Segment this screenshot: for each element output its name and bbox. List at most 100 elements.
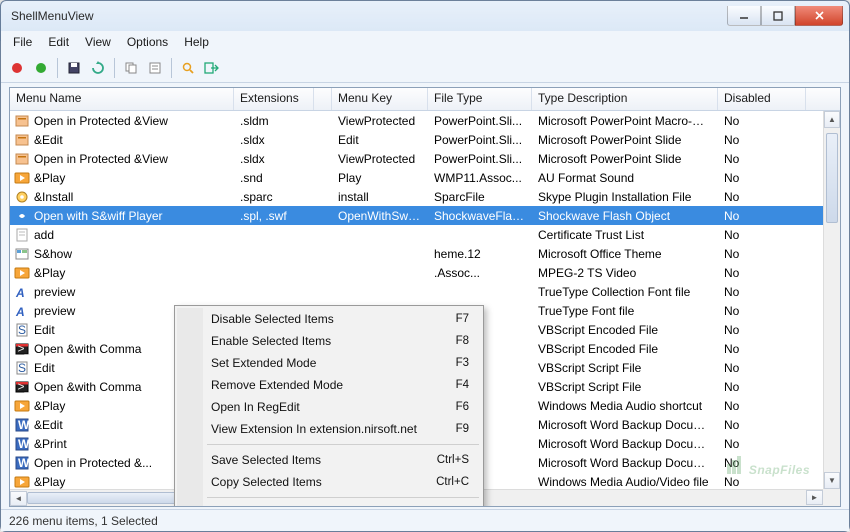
- cell-type-desc: Windows Media Audio shortcut: [532, 399, 718, 413]
- cell-menu-key: ViewProtected: [332, 152, 428, 166]
- scroll-left-icon[interactable]: ◄: [10, 491, 27, 506]
- cell-menu-name: Edit: [34, 323, 55, 337]
- listview[interactable]: Menu Name Extensions Menu Key File Type …: [9, 87, 841, 507]
- disable-icon[interactable]: [7, 58, 27, 78]
- table-row[interactable]: S&howheme.12Microsoft Office ThemeNo: [10, 244, 840, 263]
- cell-disabled: No: [718, 456, 806, 470]
- table-row[interactable]: ApreviewTrueType Collection Font fileNo: [10, 282, 840, 301]
- swf-icon: [14, 208, 30, 224]
- toolbar-separator: [171, 58, 172, 78]
- context-menu-item[interactable]: View Extension In extension.nirsoft.netF…: [177, 418, 481, 440]
- window-title: ShellMenuView: [7, 9, 727, 23]
- cell-menu-name: &Play: [34, 399, 65, 413]
- cell-disabled: No: [718, 266, 806, 280]
- col-menu-key[interactable]: Menu Key: [332, 88, 428, 110]
- col-menu-name[interactable]: Menu Name: [10, 88, 234, 110]
- refresh-icon[interactable]: [88, 58, 108, 78]
- cell-disabled: No: [718, 190, 806, 204]
- toolbar: [1, 53, 849, 83]
- exit-icon[interactable]: [202, 58, 222, 78]
- cell-disabled: No: [718, 380, 806, 394]
- cell-file-type: SparcFile: [428, 190, 532, 204]
- context-menu-item[interactable]: Copy Selected ItemsCtrl+C: [177, 471, 481, 493]
- scroll-up-icon[interactable]: ▲: [824, 111, 840, 128]
- menu-options[interactable]: Options: [119, 33, 176, 51]
- context-menu-separator: [207, 497, 479, 498]
- svg-text:S: S: [18, 361, 26, 375]
- cell-type-desc: TrueType Font file: [532, 304, 718, 318]
- context-menu-item[interactable]: Enable Selected ItemsF8: [177, 330, 481, 352]
- cell-menu-name: &Edit: [34, 418, 63, 432]
- col-disabled[interactable]: Disabled: [718, 88, 806, 110]
- col-extensions[interactable]: Extensions: [234, 88, 314, 110]
- cell-type-desc: AU Format Sound: [532, 171, 718, 185]
- menu-view[interactable]: View: [77, 33, 119, 51]
- context-menu-item[interactable]: HTML Report - All Items: [177, 502, 481, 507]
- toolbar-separator: [114, 58, 115, 78]
- col-resize-handle[interactable]: [314, 88, 332, 110]
- table-row[interactable]: Open with S&wiff Player.spl, .swfOpenWit…: [10, 206, 840, 225]
- play-icon: [14, 170, 30, 186]
- context-menu-item[interactable]: Disable Selected ItemsF7: [177, 308, 481, 330]
- maximize-button[interactable]: [761, 6, 795, 26]
- word-icon: W: [14, 455, 30, 471]
- cell-extensions: .snd: [234, 171, 314, 185]
- enable-icon[interactable]: [31, 58, 51, 78]
- context-menu-shortcut: F3: [456, 357, 469, 369]
- cell-disabled: No: [718, 342, 806, 356]
- cell-type-desc: Microsoft Office Theme: [532, 247, 718, 261]
- minimize-button[interactable]: [727, 6, 761, 26]
- cell-disabled: No: [718, 323, 806, 337]
- cell-menu-name: Open &with Comma: [34, 342, 141, 356]
- context-menu-shortcut: F8: [456, 335, 469, 347]
- save-icon[interactable]: [64, 58, 84, 78]
- statusbar: 226 menu items, 1 Selected: [1, 509, 849, 531]
- app-window: ShellMenuView File Edit View Options Hel…: [0, 0, 850, 532]
- table-row[interactable]: Open in Protected &View.sldmViewProtecte…: [10, 111, 840, 130]
- table-row[interactable]: &Install.sparcinstallSparcFileSkype Plug…: [10, 187, 840, 206]
- menu-help[interactable]: Help: [176, 33, 217, 51]
- svg-text:W: W: [18, 437, 30, 451]
- context-menu-item[interactable]: Save Selected ItemsCtrl+S: [177, 449, 481, 471]
- titlebar[interactable]: ShellMenuView: [1, 1, 849, 31]
- col-type-desc[interactable]: Type Description: [532, 88, 718, 110]
- cell-file-type: PowerPoint.Sli...: [428, 152, 532, 166]
- svg-text:A: A: [15, 286, 25, 300]
- context-menu-label: HTML Report - All Items: [211, 506, 339, 507]
- cell-menu-key: ViewProtected: [332, 114, 428, 128]
- menu-file[interactable]: File: [5, 33, 40, 51]
- word-icon: W: [14, 417, 30, 433]
- scroll-right-icon[interactable]: ►: [806, 490, 823, 505]
- cell-menu-name: Edit: [34, 361, 55, 375]
- table-row[interactable]: &Play.Assoc...MPEG-2 TS VideoNo: [10, 263, 840, 282]
- cell-menu-name: Open &with Comma: [34, 380, 141, 394]
- close-button[interactable]: [795, 6, 843, 26]
- find-icon[interactable]: [178, 58, 198, 78]
- scrollbar-vertical[interactable]: ▲ ▼: [823, 111, 840, 489]
- theme-icon: [14, 246, 30, 262]
- table-row[interactable]: &Edit.sldxEditPowerPoint.Sli...Microsoft…: [10, 130, 840, 149]
- cell-menu-key: Edit: [332, 133, 428, 147]
- table-row[interactable]: &Play.sndPlayWMP11.Assoc...AU Format Sou…: [10, 168, 840, 187]
- cell-menu-name: add: [34, 228, 54, 242]
- table-row[interactable]: addCertificate Trust ListNo: [10, 225, 840, 244]
- menu-edit[interactable]: Edit: [40, 33, 77, 51]
- copy-icon[interactable]: [121, 58, 141, 78]
- context-menu-separator: [207, 444, 479, 445]
- scroll-thumb[interactable]: [826, 133, 838, 223]
- cell-type-desc: Skype Plugin Installation File: [532, 190, 718, 204]
- listview-header: Menu Name Extensions Menu Key File Type …: [10, 88, 840, 111]
- table-row[interactable]: Open in Protected &View.sldxViewProtecte…: [10, 149, 840, 168]
- context-menu-item[interactable]: Remove Extended ModeF4: [177, 374, 481, 396]
- context-menu-item[interactable]: Set Extended ModeF3: [177, 352, 481, 374]
- col-file-type[interactable]: File Type: [428, 88, 532, 110]
- cell-file-type: WMP11.Assoc...: [428, 171, 532, 185]
- cell-disabled: No: [718, 437, 806, 451]
- context-menu-label: Disable Selected Items: [211, 312, 334, 326]
- context-menu-shortcut: F9: [456, 423, 469, 435]
- cell-extensions: .spl, .swf: [234, 209, 314, 223]
- cell-type-desc: VBScript Script File: [532, 380, 718, 394]
- properties-icon[interactable]: [145, 58, 165, 78]
- scroll-down-icon[interactable]: ▼: [824, 472, 840, 489]
- context-menu-item[interactable]: Open In RegEditF6: [177, 396, 481, 418]
